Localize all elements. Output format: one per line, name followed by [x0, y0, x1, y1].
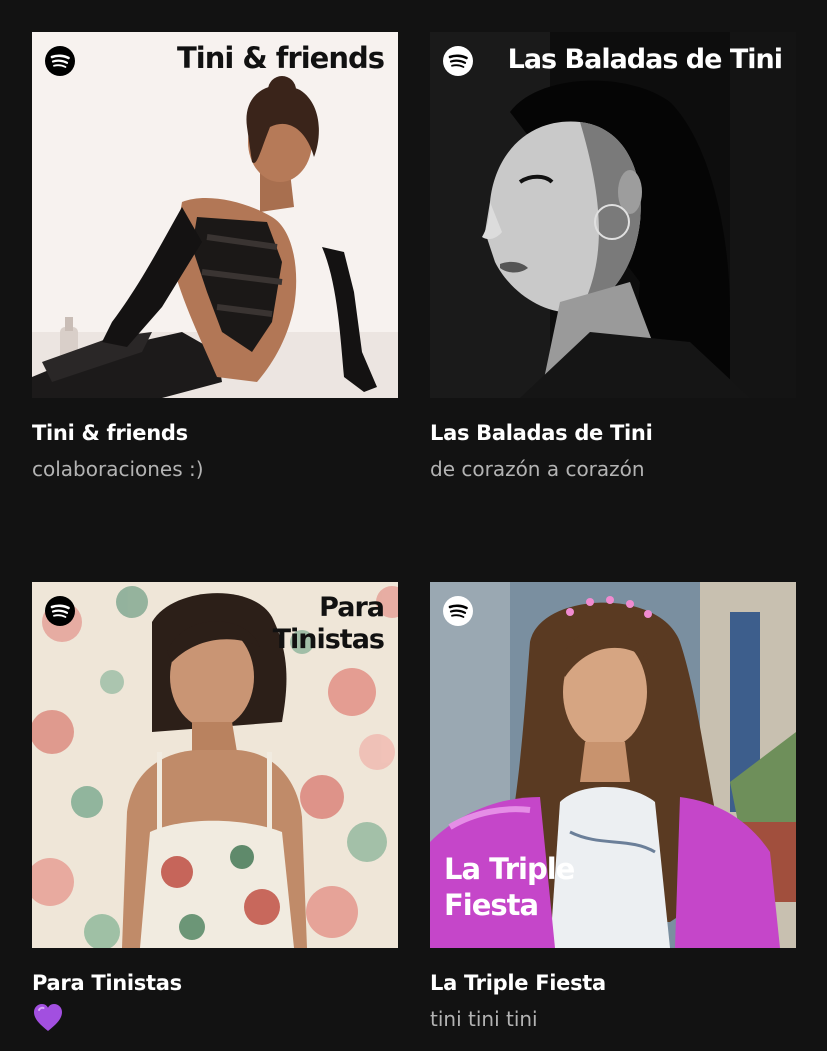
cover-title-line-1: La Triple: [444, 852, 575, 886]
cover-photo: [32, 32, 398, 398]
cover-title-line-1: Para: [319, 592, 385, 623]
cover-title-line-2: Fiesta: [444, 888, 539, 922]
playlist-card-la-triple-fiesta[interactable]: La Triple Fiesta La Triple Fiesta tini t…: [430, 582, 796, 1032]
playlist-cover[interactable]: Las Baladas de Tini: [430, 32, 796, 398]
cover-title: Las Baladas de Tini: [507, 44, 783, 75]
playlist-title[interactable]: Las Baladas de Tini: [430, 420, 796, 446]
playlist-title[interactable]: Para Tinistas: [32, 970, 398, 996]
spotify-logo-icon: [45, 46, 75, 76]
cover-title-line-2: Tinistas: [272, 624, 385, 655]
playlist-description: tini tini tini: [430, 1007, 538, 1031]
cover-title: Tini & friends: [177, 41, 385, 75]
spotify-logo-icon: [443, 596, 473, 626]
playlist-title[interactable]: Tini & friends: [32, 420, 398, 446]
playlist-card-las-baladas-de-tini[interactable]: Las Baladas de Tini Las Baladas de Tini …: [430, 32, 796, 482]
playlist-title[interactable]: La Triple Fiesta: [430, 970, 796, 996]
purple-heart-icon: [34, 1004, 62, 1031]
playlist-grid: Tini & friends Tini & friends colaboraci…: [0, 0, 827, 1051]
playlist-cover[interactable]: Para Tinistas: [32, 582, 398, 948]
playlist-card-para-tinistas[interactable]: Para Tinistas Para Tinistas: [32, 582, 398, 1038]
spotify-logo-icon: [45, 596, 75, 626]
playlist-card-tini-and-friends[interactable]: Tini & friends Tini & friends colaboraci…: [32, 32, 398, 482]
playlist-description: colaboraciones :): [32, 457, 204, 481]
playlist-cover[interactable]: La Triple Fiesta: [430, 582, 796, 948]
spotify-logo-icon: [443, 46, 473, 76]
cover-photo: [430, 32, 796, 398]
playlist-description: de corazón a corazón: [430, 457, 645, 481]
playlist-cover[interactable]: Tini & friends: [32, 32, 398, 398]
